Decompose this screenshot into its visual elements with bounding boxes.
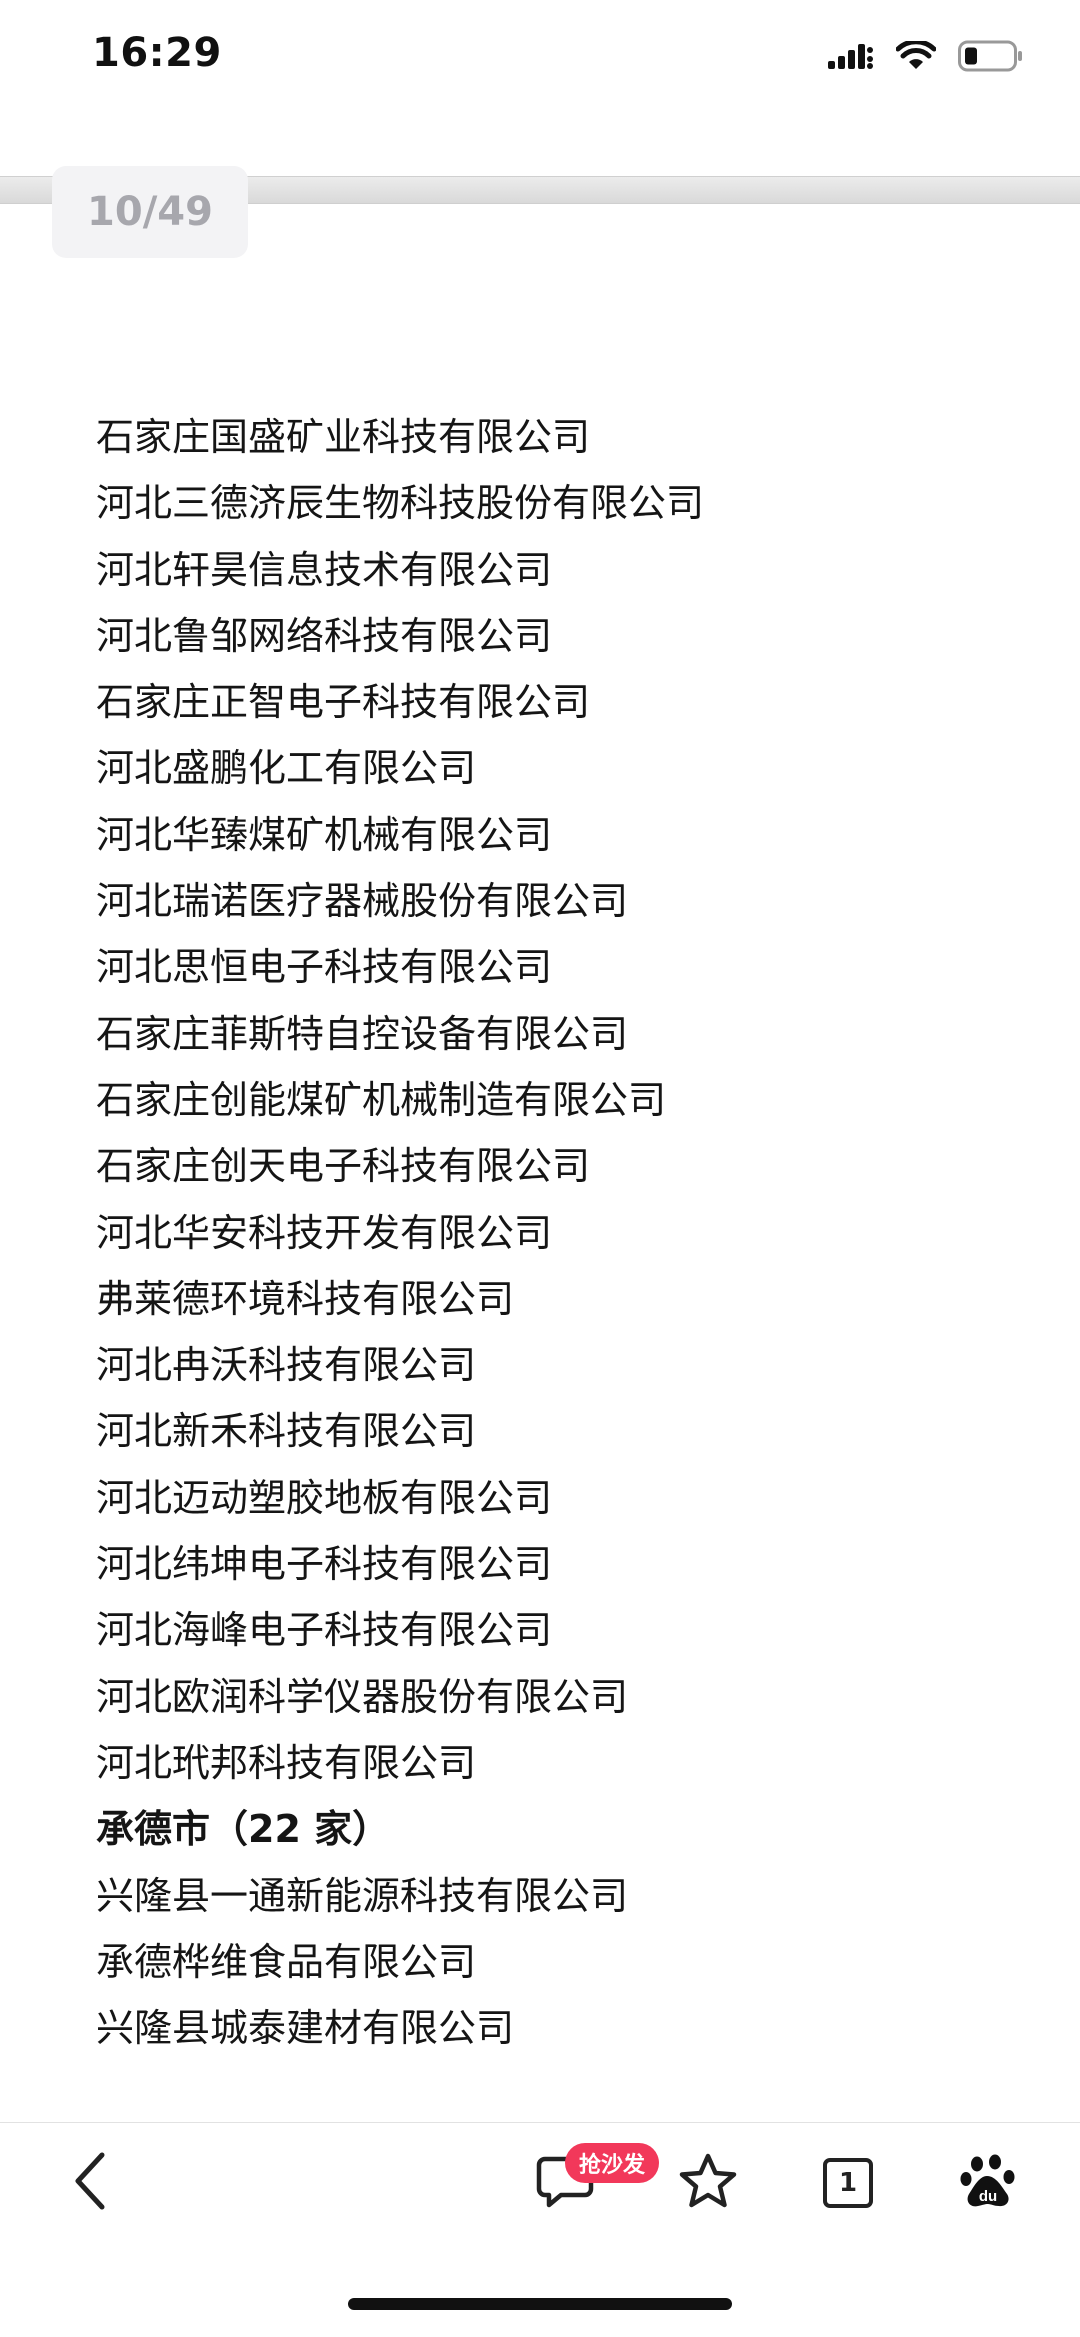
comment-badge: 抢沙发 <box>565 2143 660 2183</box>
list-item: 河北华安科技开发有限公司 <box>96 1210 553 1255</box>
status-bar: 16:29 <box>0 0 1080 120</box>
list-item: 河北纬坤电子科技有限公司 <box>96 1542 553 1587</box>
list-item: 河北轩昊信息技术有限公司 <box>96 547 553 592</box>
baidu-paw-icon: du <box>959 2152 1017 2214</box>
chevron-left-icon <box>70 2151 110 2215</box>
bottom-toolbar: 1 du <box>0 2123 1080 2243</box>
list-item: 承德桦维食品有限公司 <box>96 1939 477 1984</box>
list-item: 兴隆县一通新能源科技有限公司 <box>96 1873 629 1918</box>
tab-count: 1 <box>838 2168 858 2198</box>
favorite-button[interactable] <box>668 2147 748 2219</box>
status-icons <box>828 39 1024 76</box>
list-item: 河北欧润科学仪器股份有限公司 <box>96 1674 629 1719</box>
list-item: 石家庄菲斯特自控设备有限公司 <box>96 1011 629 1056</box>
star-icon <box>678 2152 738 2214</box>
wifi-icon <box>895 39 937 75</box>
list-item: 河北盛鹏化工有限公司 <box>96 746 477 791</box>
list-item: 河北瑞诺医疗器械股份有限公司 <box>96 879 629 924</box>
list-item: 河北三德济辰生物科技股份有限公司 <box>96 481 705 526</box>
list-item: 河北思恒电子科技有限公司 <box>96 945 553 990</box>
list-item: 河北海峰电子科技有限公司 <box>96 1608 553 1653</box>
home-indicator <box>348 2298 732 2310</box>
cellular-signal-icon <box>828 42 874 74</box>
list-item: 兴隆县城泰建材有限公司 <box>96 2006 515 2051</box>
list-item: 河北鲁邹网络科技有限公司 <box>96 613 553 658</box>
status-time: 16:29 <box>92 30 222 76</box>
list-item: 石家庄国盛矿业科技有限公司 <box>96 415 591 459</box>
battery-icon <box>958 40 1024 76</box>
list-item: 河北迈动塑胶地板有限公司 <box>96 1475 553 1520</box>
section-heading: 承德市（22 家） <box>96 1807 391 1852</box>
list-item: 河北华臻煤矿机械有限公司 <box>96 812 553 857</box>
document-content: 石家庄国盛矿业科技有限公司 河北三德济辰生物科技股份有限公司 河北轩昊信息技术有… <box>96 404 1036 2061</box>
list-item: 石家庄创能煤矿机械制造有限公司 <box>96 1077 667 1122</box>
svg-text:du: du <box>979 2188 997 2205</box>
list-item: 河北玳邦科技有限公司 <box>96 1740 477 1785</box>
baidu-home-button[interactable]: du <box>948 2147 1028 2219</box>
list-item: 弗莱德环境科技有限公司 <box>96 1276 515 1321</box>
list-item: 河北新禾科技有限公司 <box>96 1409 477 1454</box>
page-indicator: 10/49 <box>52 166 248 258</box>
tabs-button[interactable]: 1 <box>808 2147 888 2219</box>
tabs-icon: 1 <box>823 2158 873 2208</box>
list-item: 石家庄创天电子科技有限公司 <box>96 1144 591 1189</box>
list-item: 石家庄正智电子科技有限公司 <box>96 680 591 725</box>
back-button[interactable] <box>50 2147 130 2219</box>
list-item: 河北冉沃科技有限公司 <box>96 1343 477 1388</box>
